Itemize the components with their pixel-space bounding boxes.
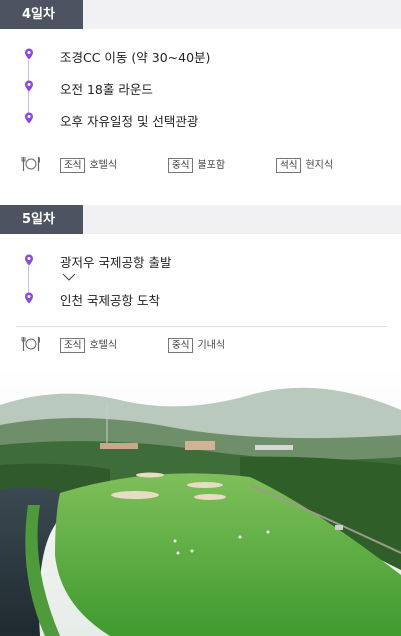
day5-label: 5일차 [0, 205, 83, 234]
day4-item-2: 오전 18홀 라운드 [60, 82, 153, 97]
chevron-down-icon [62, 273, 76, 281]
meal-value: 호텔식 [89, 340, 118, 351]
fork-knife-plate-icon [21, 336, 41, 351]
day4-meals: 조식 호텔식 중식 불포함 석식 현지식 [0, 155, 401, 175]
meal-tag: 중식 [168, 158, 194, 173]
day4-header: 4일차 [0, 0, 401, 29]
meal-tag: 중식 [168, 338, 194, 353]
meal-tag: 조식 [60, 158, 86, 173]
meal-tag: 조식 [60, 338, 86, 353]
meal-value: 현지식 [305, 160, 334, 171]
divider [16, 326, 387, 327]
day4-item-1: 조경CC 이동 (약 30~40분) [60, 50, 211, 65]
meal-value: 호텔식 [89, 160, 118, 171]
day5-item-2: 인천 국제공항 도착 [60, 293, 160, 308]
day4-meal-dinner: 석식 현지식 [276, 156, 333, 173]
day5-meals: 조식 호텔식 중식 기내식 [0, 335, 401, 355]
location-pin-icon [25, 292, 33, 304]
location-pin-icon [25, 48, 33, 60]
day5-header: 5일차 [0, 205, 401, 234]
location-pin-icon [25, 254, 33, 266]
location-pin-icon [25, 80, 33, 92]
day4-label: 4일차 [0, 0, 83, 29]
golf-course-photo [0, 365, 401, 636]
meal-tag: 석식 [276, 158, 302, 173]
day4-meal-lunch: 중식 불포함 [168, 156, 225, 173]
meal-value: 불포함 [197, 160, 226, 171]
day4-item-3: 오후 자유일정 및 선택관광 [60, 114, 199, 129]
day5-meal-breakfast: 조식 호텔식 [60, 336, 117, 353]
day4-meal-breakfast: 조식 호텔식 [60, 156, 117, 173]
fork-knife-plate-icon [21, 156, 41, 171]
meal-value: 기내식 [197, 340, 226, 351]
location-pin-icon [25, 112, 33, 124]
day5-item-1: 광저우 국제공항 출발 [60, 255, 172, 270]
day5-meal-lunch: 중식 기내식 [168, 336, 225, 353]
